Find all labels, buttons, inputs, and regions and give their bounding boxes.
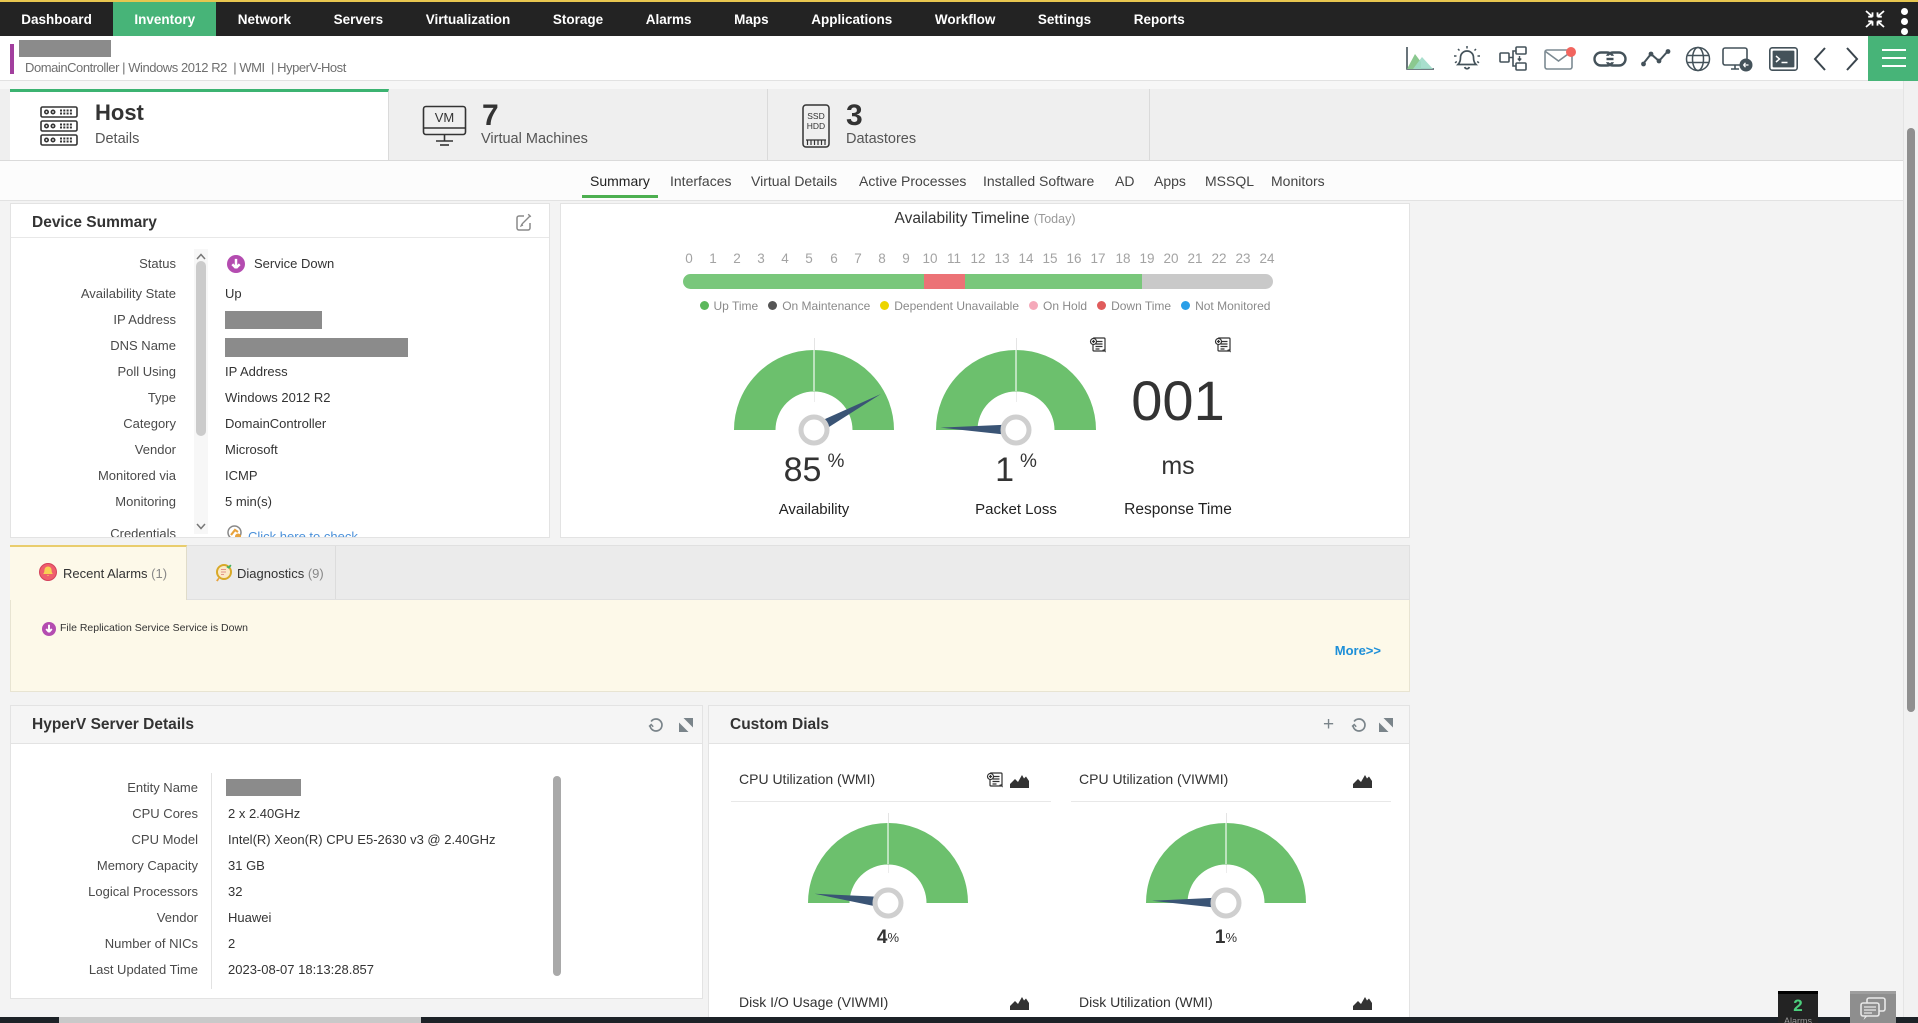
svg-text:HDD: HDD	[807, 121, 825, 131]
svg-text:SSD: SSD	[807, 111, 824, 121]
svg-text:VM: VM	[435, 110, 455, 125]
